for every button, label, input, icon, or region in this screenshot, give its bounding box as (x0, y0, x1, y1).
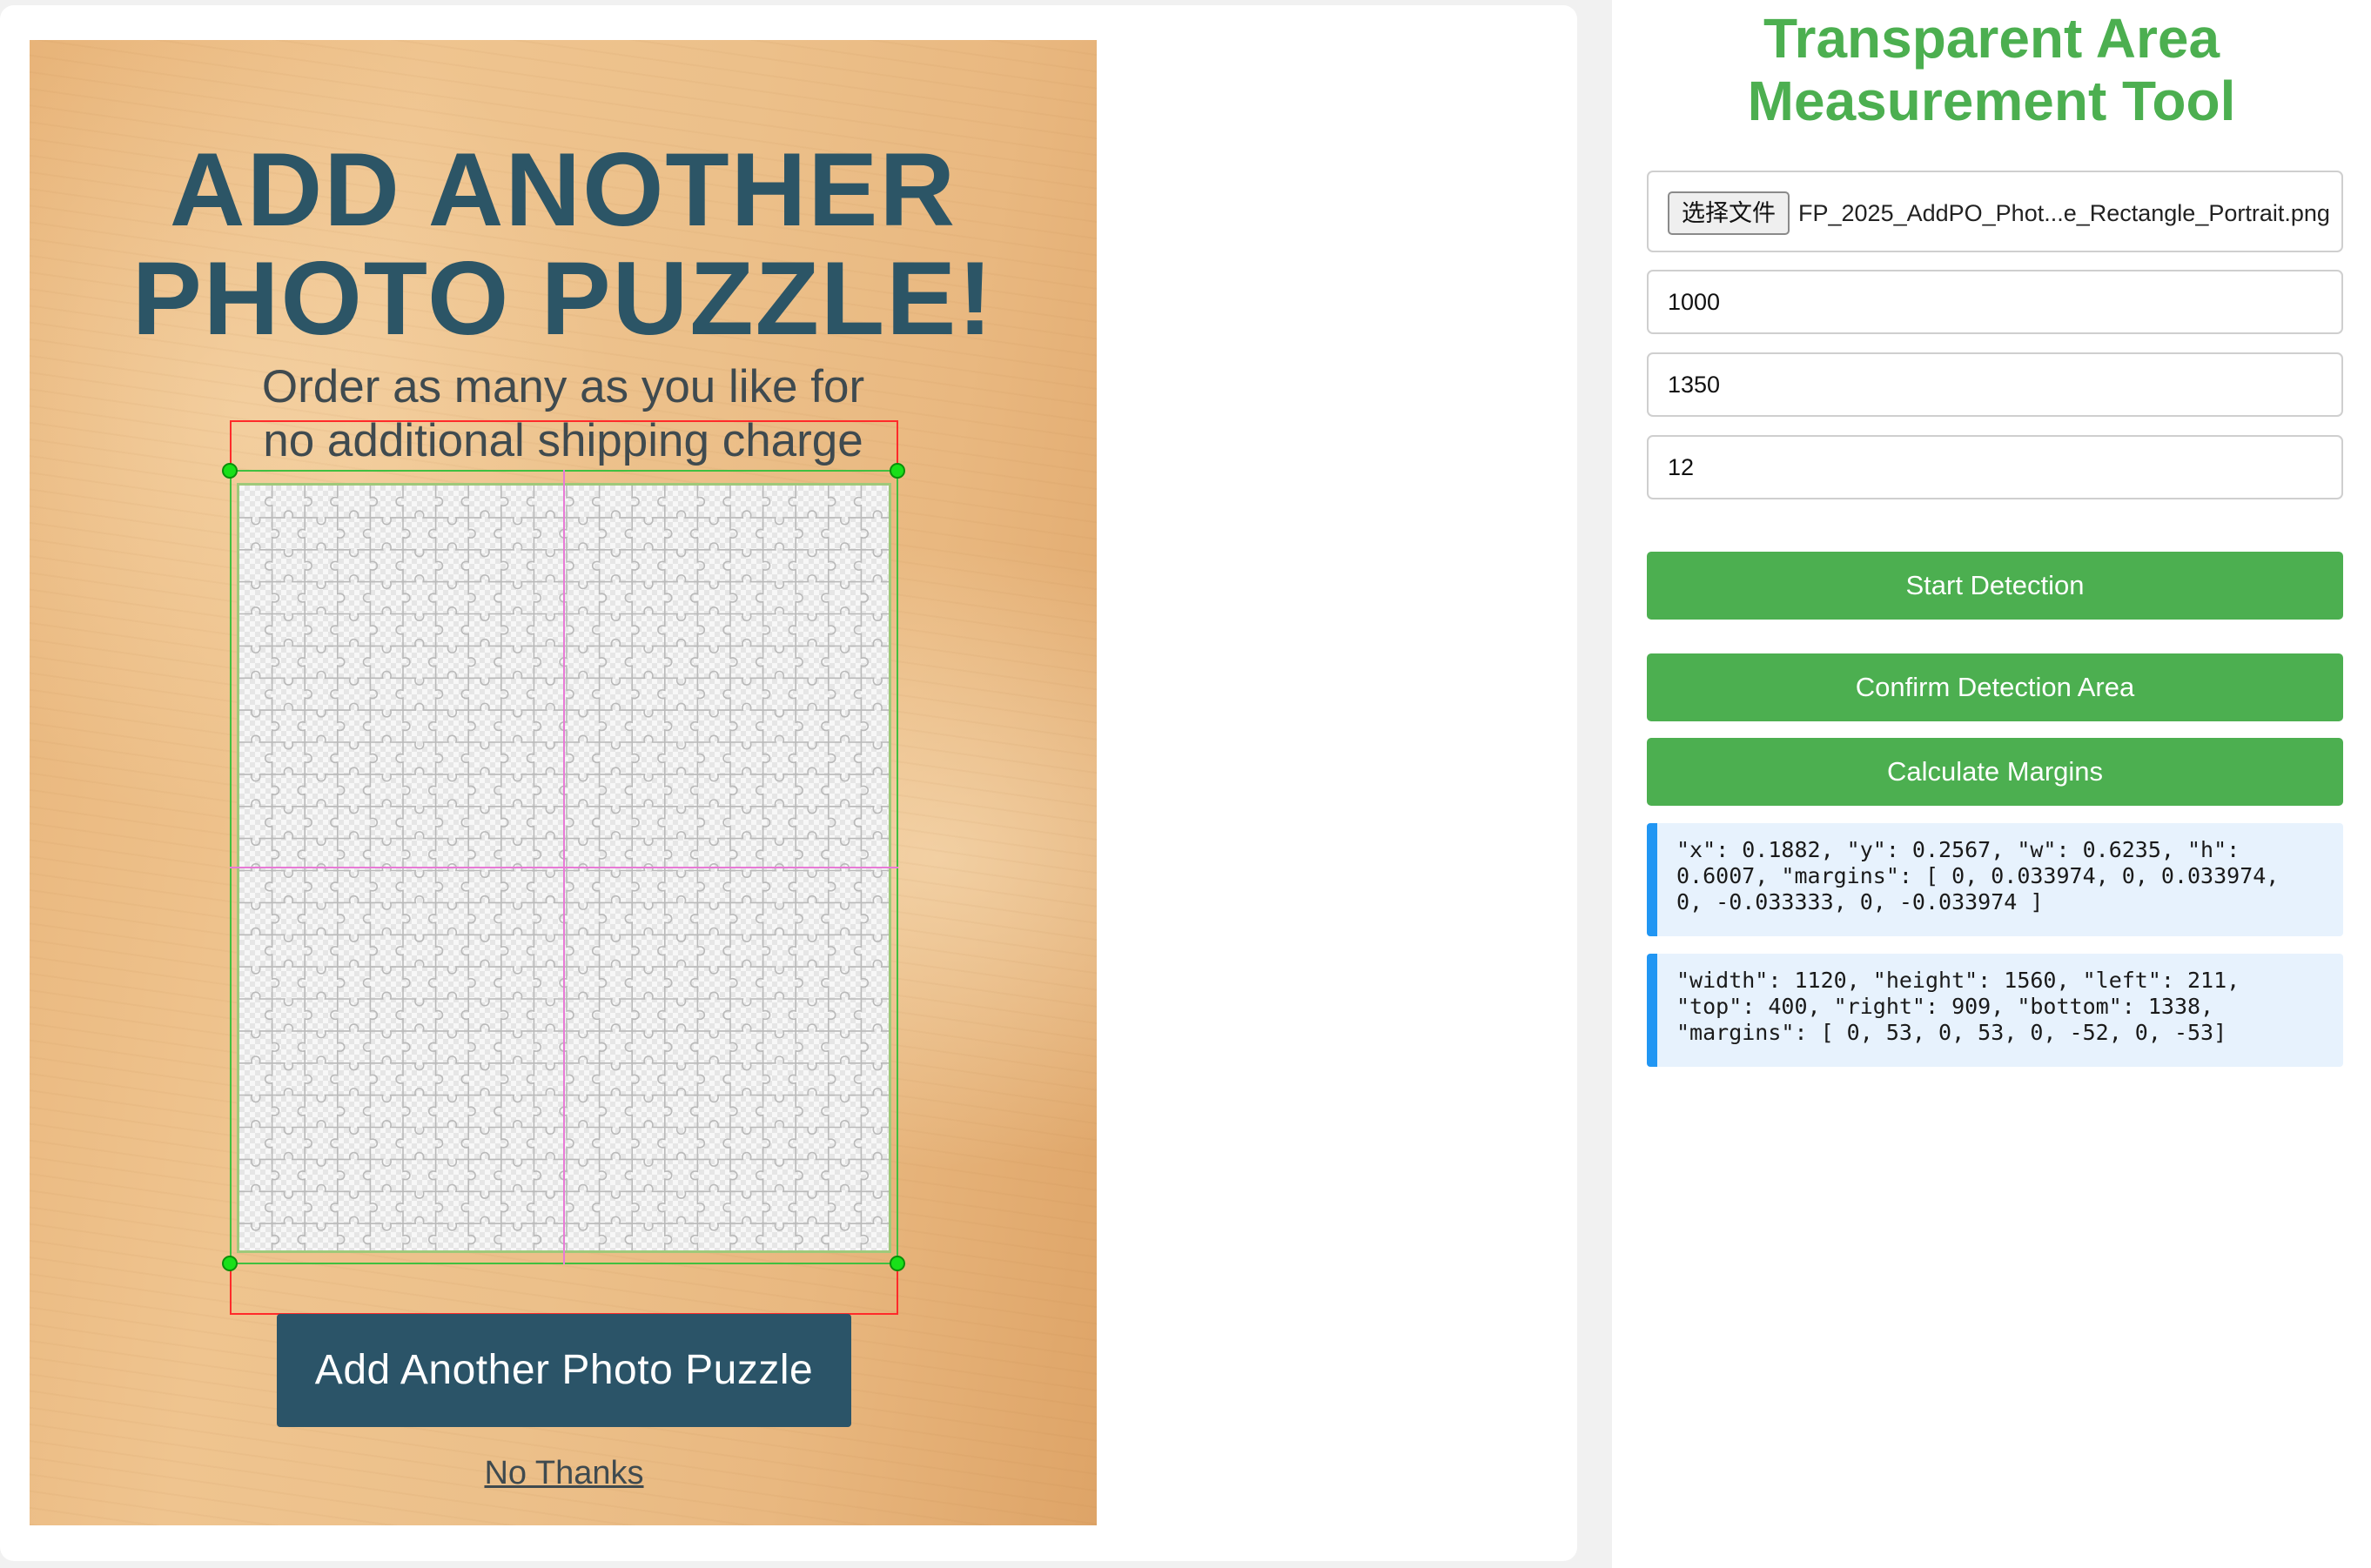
no-thanks-link[interactable]: No Thanks (0, 1455, 1128, 1492)
tool-title: Transparent Area Measurement Tool (1612, 7, 2371, 132)
poster-title-line2: PHOTO PUZZLE! (131, 240, 995, 357)
tool-title-line2: Measurement Tool (1747, 70, 2236, 132)
resize-handle-bottom-right[interactable] (890, 1256, 905, 1271)
resize-handle-bottom-left[interactable] (222, 1256, 238, 1271)
confirm-detection-area-button[interactable]: Confirm Detection Area (1647, 653, 2343, 721)
choose-file-button[interactable]: 选择文件 (1668, 191, 1790, 235)
resize-handle-top-right[interactable] (890, 463, 905, 479)
normalized-result: "x": 0.1882, "y": 0.2567, "w": 0.6235, "… (1647, 823, 2343, 936)
file-input[interactable]: 选择文件 FP_2025_AddPO_Phot...e_Rectangle_Por… (1647, 171, 2343, 252)
calculate-margins-button[interactable]: Calculate Margins (1647, 738, 2343, 806)
width-input[interactable]: 1000 (1647, 270, 2343, 334)
margin-input[interactable]: 12 (1647, 435, 2343, 499)
poster-title-line1: ADD ANOTHER (169, 131, 957, 248)
start-detection-button[interactable]: Start Detection (1647, 552, 2343, 620)
tool-title-line1: Transparent Area (1763, 7, 2220, 70)
resize-handle-top-left[interactable] (222, 463, 238, 479)
add-another-puzzle-button[interactable]: Add Another Photo Puzzle (277, 1314, 851, 1427)
control-panel: Transparent Area Measurement Tool 选择文件 FP… (1612, 0, 2371, 1568)
selected-file-name: FP_2025_AddPO_Phot...e_Rectangle_Portrai… (1798, 199, 2330, 226)
center-guide-horizontal (230, 867, 898, 868)
pixel-result: "width": 1120, "height": 1560, "left": 2… (1647, 954, 2343, 1067)
height-input[interactable]: 1350 (1647, 352, 2343, 417)
poster-subtitle-line1: Order as many as you like for (261, 361, 865, 412)
